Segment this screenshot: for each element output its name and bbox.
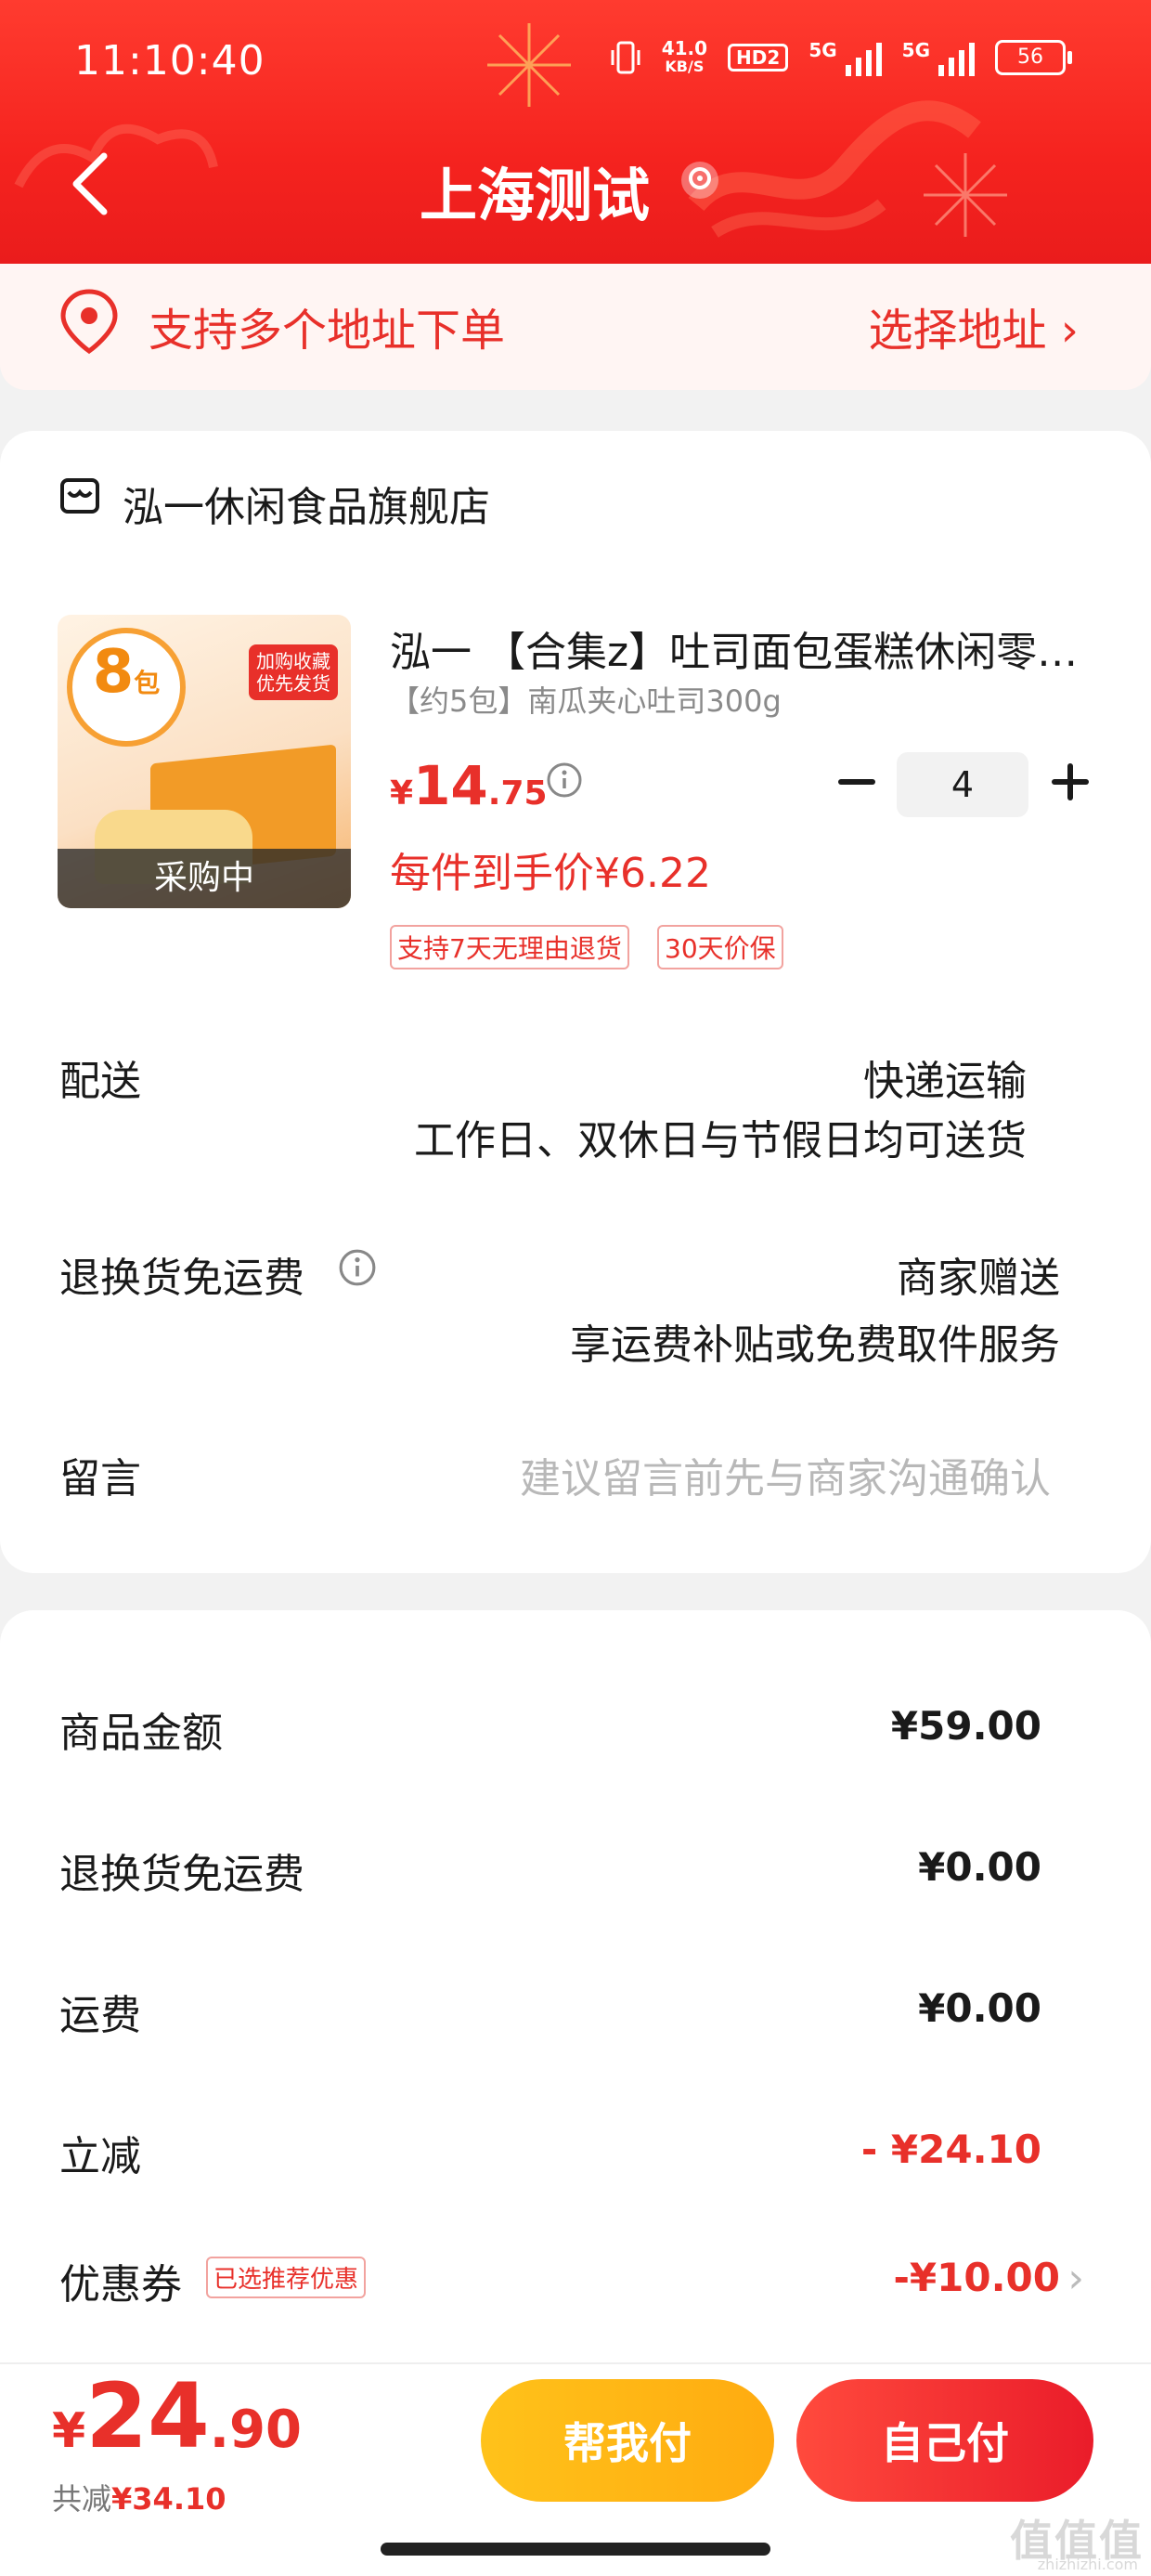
price-currency: ¥ xyxy=(390,774,414,813)
signal-tag: 5G xyxy=(808,39,837,61)
page-title: 上海测试 xyxy=(420,162,651,229)
unit-final-price: 每件到手价¥6.22 xyxy=(390,850,711,897)
home-indicator[interactable] xyxy=(381,2543,770,2556)
chevron-right-icon[interactable]: › xyxy=(1067,2255,1084,2302)
delivery-method[interactable]: 快递运输 xyxy=(863,1047,1027,1107)
return-shipping-value: 商家赠送 xyxy=(897,1255,1060,1302)
total-decimal: .90 xyxy=(209,2400,302,2460)
return-shipping-label: 退换货免运费 xyxy=(59,1255,304,1302)
total-price: ¥24.90 xyxy=(52,2364,302,2468)
return-shipping-detail: 享运费补贴或免费取件服务 xyxy=(570,1321,1060,1369)
help-pay-button[interactable]: 帮我付 xyxy=(481,2379,774,2502)
net-speed-unit: KB/S xyxy=(665,58,705,75)
net-speed: 41.0 KB/S xyxy=(662,39,707,76)
signal-tag: 5G xyxy=(901,39,930,61)
store-name[interactable]: 泓一休闲食品旗舰店 xyxy=(123,474,490,533)
pack-count-unit: 包 xyxy=(134,668,161,698)
address-pin-icon xyxy=(60,289,118,355)
return-shipping-info-icon[interactable] xyxy=(338,1248,377,1287)
goods-amount-label: 商品金额 xyxy=(59,1710,223,1757)
remark-label: 留言 xyxy=(59,1455,141,1503)
pack-count-badge: 8包 xyxy=(67,628,186,747)
order-item-card xyxy=(0,431,1151,1573)
service-tag-return: 支持7天无理由退货 xyxy=(390,925,629,969)
watermark-url: zhizhizhi.com xyxy=(1037,2556,1138,2573)
select-address-link[interactable]: 选择地址 › xyxy=(869,293,1079,358)
vibrate-icon xyxy=(611,41,640,74)
delivery-label: 配送 xyxy=(59,1058,141,1105)
total-currency: ¥ xyxy=(52,2403,86,2459)
product-sku[interactable]: 【约5包】南瓜夹心吐司300g xyxy=(390,678,782,721)
quantity-increase-button[interactable] xyxy=(1047,754,1093,810)
image-promo-line1: 加购收藏 xyxy=(256,650,330,672)
purchase-status: 采购中 xyxy=(58,849,351,908)
multi-address-text: 支持多个地址下单 xyxy=(149,305,506,357)
return-fee-label: 退换货免运费 xyxy=(59,1851,304,1898)
battery-icon: 56 xyxy=(995,40,1072,75)
return-fee-value: ¥0.00 xyxy=(918,1844,1041,1890)
status-time: 11:10:40 xyxy=(74,37,265,85)
coupon-value[interactable]: -¥10.00 xyxy=(893,2255,1060,2300)
quantity-decrease-button[interactable] xyxy=(834,754,880,810)
signal-icon: 5G xyxy=(902,39,975,76)
signal-icon: 5G xyxy=(808,39,882,76)
saved-prefix: 共减 xyxy=(52,2481,112,2517)
self-pay-button[interactable]: 自己付 xyxy=(796,2379,1093,2502)
price-decimal: .75 xyxy=(487,774,548,813)
pack-count-number: 8 xyxy=(92,638,135,707)
remark-input[interactable]: 建议留言前先与商家沟通确认 xyxy=(520,1445,1051,1504)
product-title[interactable]: 泓一 【合集z】吐司面包蛋糕休闲零… xyxy=(390,618,1095,678)
back-icon[interactable] xyxy=(63,147,119,221)
net-speed-value: 41.0 xyxy=(661,37,708,59)
service-tag-price-protect: 30天价保 xyxy=(657,925,783,969)
price-info-icon[interactable] xyxy=(546,761,583,799)
total-saved: 共减¥34.10 xyxy=(52,2476,226,2518)
coupon-label: 优惠券 xyxy=(59,2261,182,2309)
product-price: ¥14.75 xyxy=(390,754,548,817)
instant-discount-label: 立减 xyxy=(59,2133,141,2180)
location-pin-icon[interactable] xyxy=(679,160,720,208)
coupon-recommend-tag: 已选推荐优惠 xyxy=(206,2257,367,2298)
store-icon xyxy=(60,478,99,514)
hd-badge: HD2 xyxy=(728,44,789,72)
goods-amount-value: ¥59.00 xyxy=(890,1703,1041,1749)
total-integer: 24 xyxy=(85,2364,210,2468)
image-promo-line2: 优先发货 xyxy=(256,672,330,695)
shipping-fee-value: ¥0.00 xyxy=(918,1985,1041,2031)
firework-decoration xyxy=(487,23,571,107)
shipping-fee-label: 运费 xyxy=(59,1992,141,2039)
quantity-input[interactable]: 4 xyxy=(897,752,1028,817)
instant-discount-value: - ¥24.10 xyxy=(860,2127,1041,2172)
product-image[interactable]: 8包 加购收藏 优先发货 采购中 xyxy=(58,615,351,908)
delivery-schedule[interactable]: 工作日、双休日与节假日均可送货 xyxy=(414,1107,1027,1166)
image-promo-tag: 加购收藏 优先发货 xyxy=(249,644,338,700)
status-icons: 41.0 KB/S HD2 5G 5G 56 xyxy=(610,39,1072,76)
price-integer: 14 xyxy=(413,754,488,817)
saved-value: ¥34.10 xyxy=(111,2481,226,2517)
